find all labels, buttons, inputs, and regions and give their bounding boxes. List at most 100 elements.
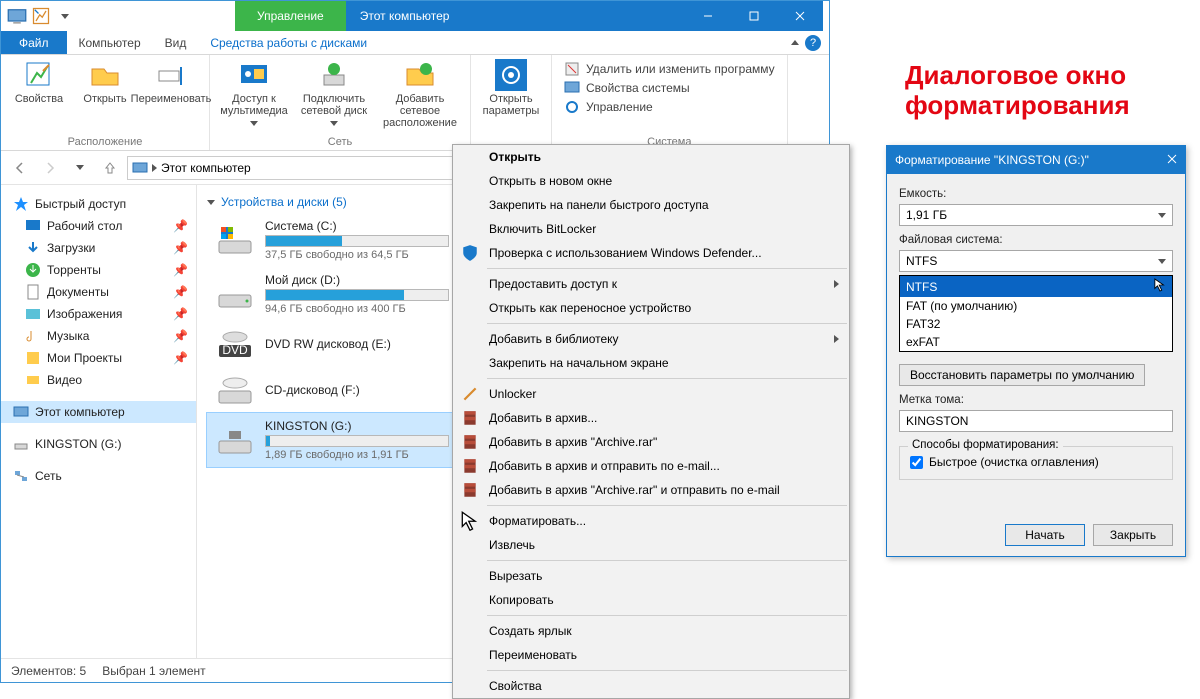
capacity-select[interactable]: 1,91 ГБ xyxy=(899,204,1173,226)
ctx-archive-2[interactable]: Добавить в архив "Archive.rar" xyxy=(453,430,849,454)
drive-name: KINGSTON (G:) xyxy=(265,419,449,433)
ribbon-help[interactable]: ? xyxy=(791,31,829,54)
open-settings-button[interactable]: Открыть параметры xyxy=(479,59,543,117)
ctx-defender[interactable]: Проверка с использованием Windows Defend… xyxy=(453,241,849,265)
tab-computer[interactable]: Компьютер xyxy=(67,31,153,54)
sidebar-item-music[interactable]: Музыка📌 xyxy=(1,325,196,347)
drive-item[interactable]: Мой диск (D:) 94,6 ГБ свободно из 400 ГБ xyxy=(207,267,457,321)
nav-up-button[interactable] xyxy=(97,155,123,181)
sidebar-kingston[interactable]: KINGSTON (G:) xyxy=(1,433,196,455)
nav-back-button[interactable] xyxy=(7,155,33,181)
ctx-rename[interactable]: Переименовать xyxy=(453,643,849,667)
sidebar-this-pc[interactable]: Этот компьютер xyxy=(1,401,196,423)
drive-item[interactable]: CD-дисковод (F:) xyxy=(207,367,457,413)
drive-item[interactable]: Система (C:) 37,5 ГБ свободно из 64,5 ГБ xyxy=(207,213,457,267)
drive-free: 94,6 ГБ свободно из 400 ГБ xyxy=(265,303,449,315)
close-icon[interactable] xyxy=(1167,153,1177,167)
format-dialog: Форматирование "KINGSTON (G:)" Емкость: … xyxy=(886,145,1186,557)
sidebar-item-desktop[interactable]: Рабочий стол📌 xyxy=(1,215,196,237)
ctx-bitlocker[interactable]: Включить BitLocker xyxy=(453,217,849,241)
pc-icon xyxy=(13,404,29,420)
manage-button[interactable]: Управление xyxy=(564,99,775,115)
ctx-pin-quick-access[interactable]: Закрепить на панели быстрого доступа xyxy=(453,193,849,217)
maximize-button[interactable] xyxy=(731,1,777,31)
qat-dropdown-icon[interactable] xyxy=(55,6,75,26)
drive-icon xyxy=(215,373,255,407)
drive-item[interactable]: KINGSTON (G:) 1,89 ГБ свободно из 1,91 Г… xyxy=(207,413,457,467)
tab-drive-tools[interactable]: Средства работы с дисками xyxy=(198,31,379,54)
fs-option-ntfs[interactable]: NTFS xyxy=(900,276,1172,297)
shield-icon xyxy=(461,244,479,262)
ctx-portable[interactable]: Открыть как переносное устройство xyxy=(453,296,849,320)
sidebar-item-pictures[interactable]: Изображения📌 xyxy=(1,303,196,325)
sidebar-quick-access[interactable]: Быстрый доступ xyxy=(1,193,196,215)
sidebar-item-video[interactable]: Видео xyxy=(1,369,196,391)
pin-icon: 📌 xyxy=(173,329,188,343)
system-properties-button[interactable]: Свойства системы xyxy=(564,80,775,96)
filesystem-options: NTFS FAT (по умолчанию) FAT32 exFAT xyxy=(899,275,1173,352)
properties-button[interactable]: Свойства xyxy=(9,59,69,105)
projects-icon xyxy=(25,350,41,366)
uninstall-program-button[interactable]: Удалить или изменить программу xyxy=(564,61,775,77)
fs-option-exfat[interactable]: exFAT xyxy=(900,333,1172,351)
fs-option-fat32[interactable]: FAT32 xyxy=(900,315,1172,333)
cursor-icon xyxy=(1154,278,1166,295)
ctx-properties[interactable]: Свойства xyxy=(453,674,849,698)
ctx-archive-4[interactable]: Добавить в архив "Archive.rar" и отправи… xyxy=(453,478,849,502)
map-network-drive-button[interactable]: Подключить сетевой диск xyxy=(296,59,372,129)
nav-forward-button[interactable] xyxy=(37,155,63,181)
ctx-open-new-window[interactable]: Открыть в новом окне xyxy=(453,169,849,193)
drive-icon: DVD xyxy=(215,327,255,361)
close-button[interactable] xyxy=(777,1,823,31)
drive-item[interactable]: DVD DVD RW дисковод (E:) xyxy=(207,321,457,367)
ribbon-context-tab[interactable]: Управление xyxy=(235,1,346,31)
svg-text:DVD: DVD xyxy=(222,343,248,357)
sidebar-item-torrents[interactable]: Торренты📌 xyxy=(1,259,196,281)
ctx-archive-3[interactable]: Добавить в архив и отправить по e-mail..… xyxy=(453,454,849,478)
add-network-location-button[interactable]: Добавить сетевое расположение xyxy=(378,59,462,129)
ctx-share[interactable]: Предоставить доступ к xyxy=(453,272,849,296)
status-count: Элементов: 5 xyxy=(11,664,86,678)
nav-recent-button[interactable] xyxy=(67,155,93,181)
volume-label-input[interactable]: KINGSTON xyxy=(899,410,1173,432)
cursor-icon xyxy=(461,512,479,530)
sidebar-item-documents[interactable]: Документы📌 xyxy=(1,281,196,303)
sidebar-item-projects[interactable]: Мои Проекты📌 xyxy=(1,347,196,369)
status-selection: Выбран 1 элемент xyxy=(102,664,205,678)
ctx-archive-1[interactable]: Добавить в архив... xyxy=(453,406,849,430)
restore-defaults-button[interactable]: Восстановить параметры по умолчанию xyxy=(899,364,1145,386)
ctx-format[interactable]: Форматировать... xyxy=(453,509,849,533)
ctx-copy[interactable]: Копировать xyxy=(453,588,849,612)
sidebar-item-downloads[interactable]: Загрузки📌 xyxy=(1,237,196,259)
gear-icon xyxy=(564,99,580,115)
ctx-open[interactable]: Открыть xyxy=(453,145,849,169)
tab-view[interactable]: Вид xyxy=(153,31,199,54)
filesystem-select[interactable]: NTFS xyxy=(899,250,1173,272)
video-icon xyxy=(25,372,41,388)
breadcrumb[interactable]: Этот компьютер xyxy=(161,161,251,175)
drive-name: DVD RW дисковод (E:) xyxy=(265,337,449,351)
open-button[interactable]: Открыть xyxy=(75,59,135,105)
ribbon: Свойства Открыть Переименовать Расположе… xyxy=(1,55,829,151)
ctx-eject[interactable]: Извлечь xyxy=(453,533,849,557)
fs-option-fat[interactable]: FAT (по умолчанию) xyxy=(900,297,1172,315)
qat-pc-icon xyxy=(7,6,27,26)
minimize-button[interactable] xyxy=(685,1,731,31)
volume-label-label: Метка тома: xyxy=(899,394,1173,406)
media-access-button[interactable]: Доступ к мультимедиа xyxy=(218,59,290,129)
network-icon xyxy=(13,468,29,484)
ctx-cut[interactable]: Вырезать xyxy=(453,564,849,588)
pictures-icon xyxy=(25,306,41,322)
ctx-library[interactable]: Добавить в библиотеку xyxy=(453,327,849,351)
sidebar-network[interactable]: Сеть xyxy=(1,465,196,487)
uninstall-icon xyxy=(564,61,580,77)
ctx-shortcut[interactable]: Создать ярлык xyxy=(453,619,849,643)
quick-format-checkbox[interactable]: Быстрое (очистка оглавления) xyxy=(910,455,1162,469)
ctx-unlocker[interactable]: Unlocker xyxy=(453,382,849,406)
ctx-pin-start[interactable]: Закрепить на начальном экране xyxy=(453,351,849,375)
qat-properties-icon[interactable] xyxy=(31,6,51,26)
rename-button[interactable]: Переименовать xyxy=(141,59,201,105)
close-button-dialog[interactable]: Закрыть xyxy=(1093,524,1173,546)
start-button[interactable]: Начать xyxy=(1005,524,1085,546)
tab-file[interactable]: Файл xyxy=(1,31,67,54)
